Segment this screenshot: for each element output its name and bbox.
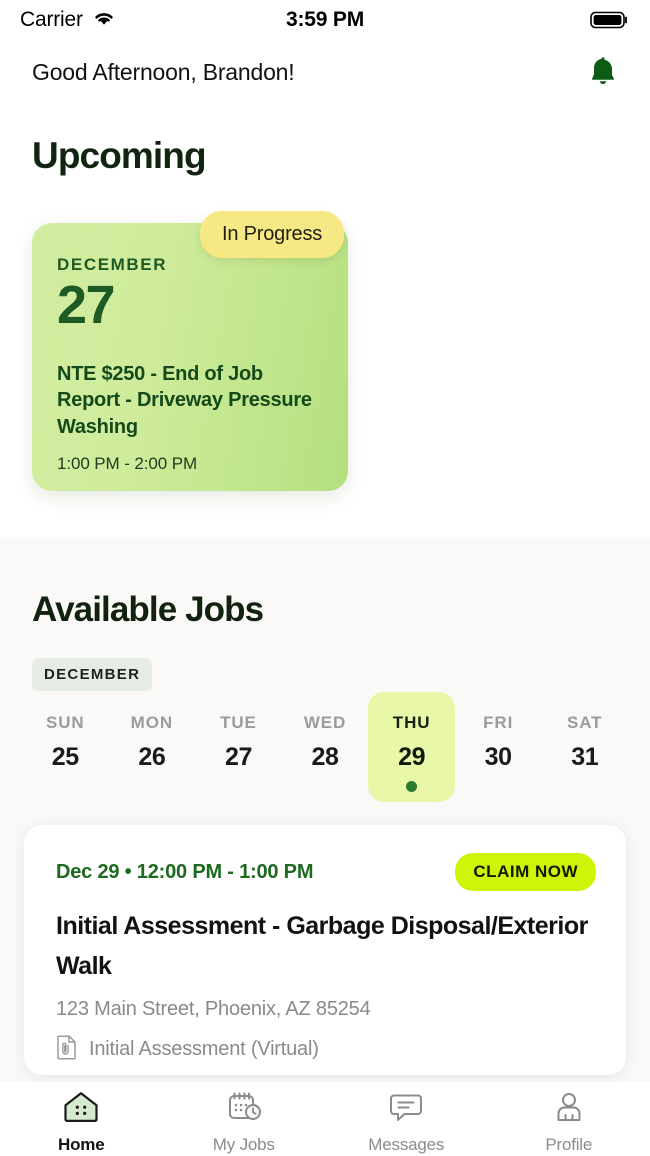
status-badge-in-progress[interactable]: In Progress xyxy=(200,211,345,258)
calendar-day-number: 25 xyxy=(51,743,79,771)
status-bar-clock: 3:59 PM xyxy=(286,8,364,31)
calendar-weekday-label: SUN xyxy=(45,713,85,732)
available-jobs-section: Available Jobs DECEMBER SUN 25 MON 26 TUE 27 W… xyxy=(0,537,650,1082)
job-datetime: Dec 29 • 12:00 PM - 1:00 PM xyxy=(56,860,314,883)
job-type-label: Initial Assessment (Virtual) xyxy=(89,1038,319,1060)
calendar-day-27[interactable]: TUE 27 xyxy=(195,692,282,802)
calendar-day-number: 29 xyxy=(398,743,426,771)
upcoming-card-wrapper: DECEMBER 27 NTE $250 - End of Job Report… xyxy=(32,211,348,491)
calendar-day-29[interactable]: THU 29 xyxy=(368,692,455,802)
tab-profile[interactable]: Profile xyxy=(488,1090,650,1155)
claim-now-button[interactable]: CLAIM NOW xyxy=(455,853,596,891)
battery-full-icon xyxy=(590,10,630,30)
calendar-day-31[interactable]: SAT 31 xyxy=(541,692,628,802)
calendar-day-number: 26 xyxy=(138,743,166,771)
tab-profile-label: Profile xyxy=(545,1135,593,1154)
calendar-clock-icon xyxy=(225,1090,263,1129)
tab-messages[interactable]: Messages xyxy=(325,1090,488,1155)
calendar-day-25[interactable]: SUN 25 xyxy=(22,692,109,802)
job-type-row: Initial Assessment (Virtual) xyxy=(56,1034,596,1065)
calendar-weekday-label: WED xyxy=(303,713,347,732)
calendar-day-number: 30 xyxy=(484,743,512,771)
month-chip: DECEMBER xyxy=(32,658,153,691)
job-card[interactable]: Dec 29 • 12:00 PM - 1:00 PM CLAIM NOW In… xyxy=(24,825,626,1075)
upcoming-job-card[interactable]: DECEMBER 27 NTE $250 - End of Job Report… xyxy=(32,223,348,491)
calendar-day-28[interactable]: WED 28 xyxy=(282,692,369,802)
calendar-weekday-label: THU xyxy=(392,713,431,732)
job-address: 123 Main Street, Phoenix, AZ 85254 xyxy=(56,998,371,1020)
calendar-day-26[interactable]: MON 26 xyxy=(109,692,196,802)
calendar-day-number: 27 xyxy=(224,743,252,771)
calendar-day-number: 31 xyxy=(571,743,599,771)
calendar-event-dot xyxy=(406,781,418,792)
bell-icon xyxy=(588,54,618,91)
bottom-navigation: Home My Jobs Messages Profile xyxy=(0,1082,650,1156)
tab-home[interactable]: Home xyxy=(0,1090,163,1155)
tab-messages-label: Messages xyxy=(368,1135,445,1154)
upcoming-heading: Upcoming xyxy=(32,135,207,176)
upcoming-month: DECEMBER xyxy=(57,255,168,274)
upcoming-job-time: 1:00 PM - 2:00 PM xyxy=(57,454,198,474)
app-screen: Carrier 3:59 PM Good Afternoon, Brandon! xyxy=(0,0,650,1156)
calendar-weekday-label: MON xyxy=(130,713,174,732)
calendar-weekday-label: FRI xyxy=(483,713,514,732)
calendar-weekday-label: SAT xyxy=(567,713,603,732)
tab-home-label: Home xyxy=(58,1135,105,1154)
person-icon xyxy=(550,1090,588,1129)
job-title: Initial Assessment - Garbage Disposal/Ex… xyxy=(56,912,588,980)
upcoming-job-title: NTE $250 - End of Job Report - Driveway … xyxy=(57,362,312,438)
calendar-weekday-label: TUE xyxy=(220,713,257,732)
tab-my-jobs-label: My Jobs xyxy=(212,1135,275,1154)
notifications-button[interactable] xyxy=(588,54,618,91)
calendar-week-strip[interactable]: SUN 25 MON 26 TUE 27 WED 28 THU 29 FRI 30 SAT 31 xyxy=(22,692,628,802)
chat-bubble-icon xyxy=(387,1090,425,1129)
calendar-day-30[interactable]: FRI 30 xyxy=(455,692,542,802)
tab-my-jobs[interactable]: My Jobs xyxy=(163,1090,326,1155)
job-card-header: Dec 29 • 12:00 PM - 1:00 PM CLAIM NOW xyxy=(56,853,596,891)
available-jobs-heading: Available Jobs xyxy=(32,590,264,629)
calendar-day-number: 28 xyxy=(311,743,339,771)
status-bar: Carrier 3:59 PM xyxy=(0,0,650,40)
document-attachment-icon xyxy=(56,1034,78,1065)
house-icon xyxy=(62,1090,100,1129)
upcoming-day: 27 xyxy=(57,275,116,335)
greeting-text: Good Afternoon, Brandon! xyxy=(32,58,295,85)
greeting-row: Good Afternoon, Brandon! xyxy=(0,48,650,96)
